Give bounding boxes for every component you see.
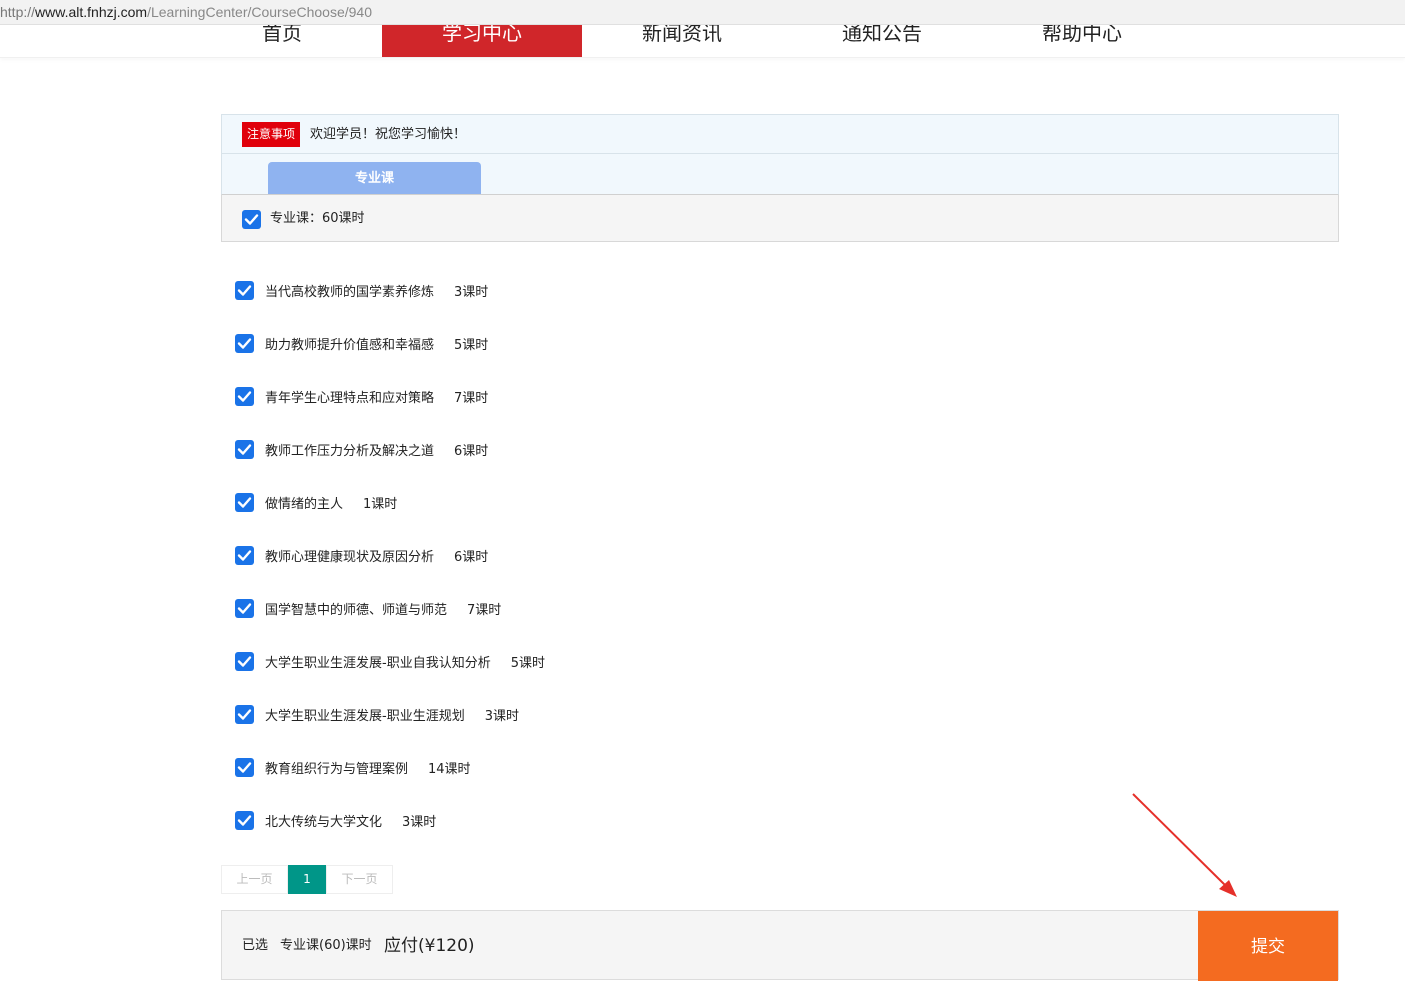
course-item: 大学生职业生涯发展-职业生涯规划 3课时 — [235, 702, 519, 726]
course-item: 国学智慧中的师德、师道与师范 7课时 — [235, 596, 501, 620]
course-name: 做情绪的主人 — [265, 496, 344, 512]
order-summary-bar: 已选 专业课(60)课时 应付(¥120) 提交 — [221, 910, 1339, 981]
course-checkbox[interactable] — [235, 386, 254, 406]
course-item: 教师工作压力分析及解决之道 6课时 — [235, 437, 488, 461]
category-summary: 专业课：60课时 — [221, 195, 1339, 242]
url-scheme: http:// — [0, 4, 36, 20]
course-name: 国学智慧中的师德、师道与师范 — [265, 602, 448, 618]
prev-page-button[interactable]: 上一页 — [221, 865, 288, 894]
nav-item-news[interactable]: 新闻资讯 — [582, 25, 782, 57]
page-1-button[interactable]: 1 — [288, 865, 326, 894]
course-item: 做情绪的主人 1课时 — [235, 490, 397, 514]
course-hours: 3课时 — [402, 814, 437, 830]
course-hours: 6课时 — [454, 443, 489, 459]
annotation-arrow-icon — [1132, 793, 1237, 897]
course-name: 教师工作压力分析及解决之道 — [265, 443, 435, 459]
selected-label: 已选 — [242, 938, 269, 953]
course-item: 教师心理健康现状及原因分析 6课时 — [235, 543, 488, 567]
check-icon — [237, 655, 252, 667]
course-item: 大学生职业生涯发展-职业自我认知分析 5课时 — [235, 649, 545, 673]
course-checkbox[interactable] — [235, 757, 254, 777]
submit-button[interactable]: 提交 — [1198, 911, 1338, 981]
nav-item-help[interactable]: 帮助中心 — [982, 25, 1182, 57]
check-icon — [237, 708, 252, 720]
course-checkbox[interactable] — [235, 810, 254, 830]
main-nav: 首页 学习中心 新闻资讯 通知公告 帮助中心 — [0, 25, 1405, 58]
course-name: 大学生职业生涯发展-职业自我认知分析 — [265, 655, 491, 671]
selected-course-summary: 专业课(60)课时 — [280, 938, 372, 953]
pagination: 上一页 1 下一页 — [221, 865, 393, 894]
course-name: 大学生职业生涯发展-职业生涯规划 — [265, 708, 465, 724]
course-checkbox[interactable] — [235, 651, 254, 671]
course-tabs: 专业课 — [221, 154, 1339, 195]
course-item: 当代高校教师的国学素养修炼 3课时 — [235, 278, 488, 302]
course-checkbox[interactable] — [235, 598, 254, 618]
url-host: www.alt.fnhzj.com — [35, 4, 148, 20]
amount-due: 应付(¥120) — [384, 936, 475, 956]
check-icon — [237, 549, 252, 561]
course-checkbox[interactable] — [235, 704, 254, 724]
course-hours: 14课时 — [428, 761, 471, 777]
course-hours: 3课时 — [484, 708, 519, 724]
notice-badge: 注意事项 — [242, 122, 301, 147]
notice-text: 欢迎学员！祝您学习愉快！ — [310, 127, 467, 142]
course-checkbox[interactable] — [235, 333, 254, 353]
check-icon — [237, 602, 252, 614]
check-icon — [244, 214, 259, 225]
course-name: 教育组织行为与管理案例 — [265, 761, 409, 777]
course-checkbox[interactable] — [235, 545, 254, 565]
course-item: 北大传统与大学文化 3课时 — [235, 808, 436, 832]
course-hours: 5课时 — [454, 337, 489, 353]
course-name: 教师心理健康现状及原因分析 — [265, 549, 435, 565]
course-name: 当代高校教师的国学素养修炼 — [265, 284, 435, 300]
category-checkbox[interactable] — [242, 210, 261, 229]
course-hours: 1课时 — [363, 496, 398, 512]
course-checkbox[interactable] — [235, 492, 254, 512]
course-hours: 6课时 — [454, 549, 489, 565]
course-item: 青年学生心理特点和应对策略 7课时 — [235, 384, 488, 408]
tab-professional[interactable]: 专业课 — [268, 162, 481, 194]
course-hours: 3课时 — [454, 284, 489, 300]
course-checkbox[interactable] — [235, 280, 254, 300]
url-path: /LearningCenter/CourseChoose/940 — [147, 4, 373, 20]
nav-item-learning-center[interactable]: 学习中心 — [382, 25, 582, 57]
category-label: 专业课：60课时 — [270, 211, 365, 226]
check-icon — [237, 390, 252, 402]
address-bar[interactable]: http://www.alt.fnhzj.com/LearningCenter/… — [0, 0, 1405, 25]
course-hours: 7课时 — [454, 390, 489, 406]
course-checkbox[interactable] — [235, 439, 254, 459]
course-name: 助力教师提升价值感和幸福感 — [265, 337, 435, 353]
check-icon — [237, 337, 252, 349]
course-item: 教育组织行为与管理案例 14课时 — [235, 755, 471, 779]
check-icon — [237, 443, 252, 455]
course-name: 青年学生心理特点和应对策略 — [265, 390, 435, 406]
check-icon — [237, 761, 252, 773]
course-hours: 7课时 — [467, 602, 502, 618]
notice-bar: 注意事项 欢迎学员！祝您学习愉快！ — [221, 114, 1339, 154]
check-icon — [237, 284, 252, 296]
course-name: 北大传统与大学文化 — [265, 814, 383, 830]
course-item: 助力教师提升价值感和幸福感 5课时 — [235, 331, 488, 355]
check-icon — [237, 496, 252, 508]
nav-item-home[interactable]: 首页 — [182, 25, 382, 57]
nav-item-announcements[interactable]: 通知公告 — [782, 25, 982, 57]
check-icon — [237, 814, 252, 826]
course-hours: 5课时 — [510, 655, 545, 671]
next-page-button[interactable]: 下一页 — [326, 865, 393, 894]
